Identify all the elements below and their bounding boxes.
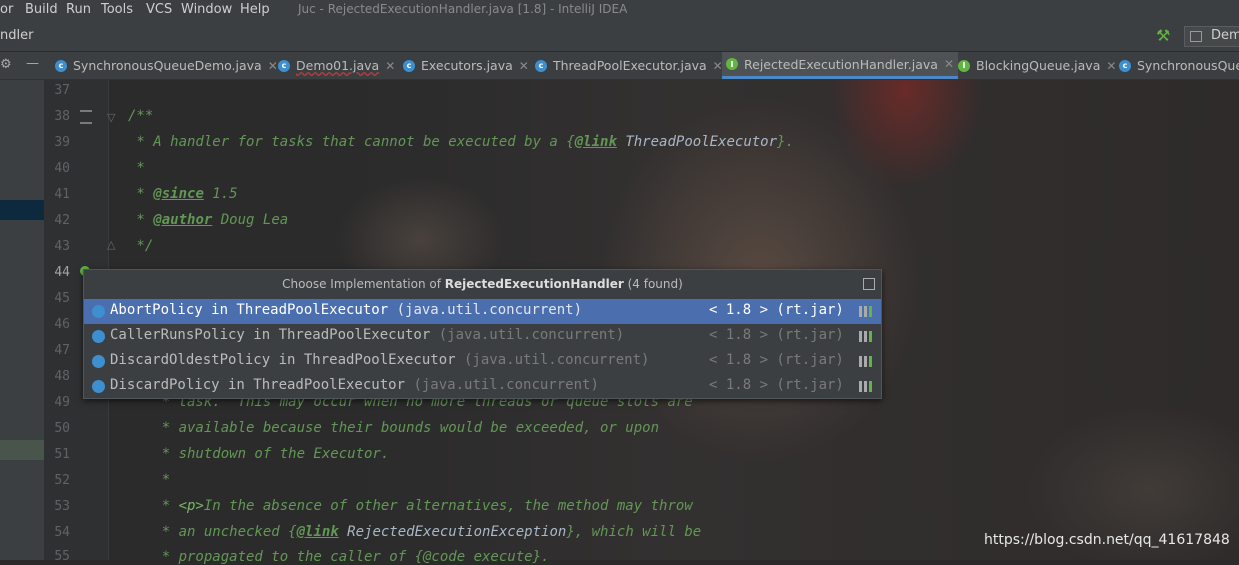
class-icon [92,330,105,343]
menu-item-tools[interactable]: Tools [101,2,133,17]
menu-item-vcs[interactable]: VCS [146,2,172,17]
line-number: 41 [54,187,70,202]
project-highlight-row[interactable] [0,440,44,460]
line-number: 54 [54,525,70,540]
breadcrumb[interactable]: ndler [0,28,33,43]
tab-label: SynchronousQueueDemo.java [73,58,262,73]
menu-item-editor[interactable]: or [0,2,13,17]
library-icon [859,331,873,342]
line-number: 43 [54,239,70,254]
tab-blockingqueue[interactable]: I BlockingQueue.java ✕ [958,52,1116,79]
interface-icon: I [958,59,970,72]
project-tool-window [0,80,44,560]
code-line: */ [128,238,154,254]
line-number-current: 44 [54,265,70,280]
close-icon[interactable]: ✕ [944,57,954,71]
interface-icon: I [726,58,738,70]
doc-render-icon[interactable] [80,110,92,124]
tab-label: SynchronousQue [1137,58,1239,73]
code-line: * [128,160,145,176]
build-hammer-icon[interactable]: ⚒ [1156,26,1170,45]
collapse-minus-icon[interactable]: — [26,56,39,71]
menu-item-run[interactable]: Run [66,2,91,17]
class-icon: c [278,59,290,72]
menu-bar: or Build Run Tools VCS Window Help Juc -… [0,0,1239,22]
code-line: * propagated to the caller of {@code exe… [128,549,550,565]
line-number: 42 [54,213,70,228]
line-number: 39 [54,135,70,150]
class-icon: c [55,59,67,72]
class-icon [92,380,105,393]
class-icon: c [535,59,547,72]
tab-synchronousqueue[interactable]: c SynchronousQue [1119,52,1239,79]
line-number: 55 [54,549,70,564]
fold-icon[interactable]: ▽ [107,111,115,124]
line-number: 38 [54,109,70,124]
tab-label: BlockingQueue.java [976,58,1101,73]
close-icon[interactable]: ✕ [385,59,395,73]
run-config-label: Demo [1211,28,1239,43]
line-number: 53 [54,499,70,514]
editor-tab-bar: ⚙ — c SynchronousQueueDemo.java ✕ c Demo… [0,52,1239,80]
library-icon [859,306,873,317]
line-number: 40 [54,161,70,176]
library-icon [859,356,873,367]
code-line: * @author Doug Lea [128,212,289,228]
implementation-item-callerrunspolicy[interactable]: CallerRunsPolicy in ThreadPoolExecutor (… [84,324,881,349]
class-icon: c [403,59,415,72]
code-line: * A handler for tasks that cannot be exe… [128,134,794,150]
tab-label: ThreadPoolExecutor.java [553,58,707,73]
close-icon[interactable]: ✕ [519,59,529,73]
close-icon[interactable]: ✕ [268,59,278,73]
implementation-item-discardpolicy[interactable]: DiscardPolicy in ThreadPoolExecutor (jav… [84,374,881,399]
tab-executors[interactable]: c Executors.java ✕ [403,52,529,79]
code-line: * shutdown of the Executor. [128,446,390,462]
class-icon: c [1119,59,1131,72]
class-icon [92,355,105,368]
code-line: * @since 1.5 [128,186,238,202]
tab-demo01[interactable]: c Demo01.java ✕ [278,52,395,79]
tab-label: Executors.java [421,58,513,73]
watermark: https://blog.csdn.net/qq_41617848 [984,532,1230,548]
line-number: 47 [54,343,70,358]
popup-title: Choose Implementation of RejectedExecuti… [84,270,881,298]
library-icon [859,381,873,392]
code-line: * an unchecked {@link RejectedExecutionE… [128,524,702,540]
close-icon[interactable]: ✕ [1106,59,1116,73]
run-config-icon [1190,31,1202,42]
implementation-item-discardoldestpolicy[interactable]: DiscardOldestPolicy in ThreadPoolExecuto… [84,349,881,374]
menu-item-build[interactable]: Build [25,2,58,17]
navigation-bar: ndler ⚒ Demo [0,22,1239,52]
line-number: 52 [54,473,70,488]
choose-implementation-popup: Choose Implementation of RejectedExecuti… [83,269,882,399]
line-number: 37 [54,83,70,98]
tab-label: Demo01.java [296,58,380,73]
pin-popup-icon[interactable] [863,278,875,290]
menu-item-window[interactable]: Window [181,2,232,17]
line-number: 45 [54,291,70,306]
menu-item-help[interactable]: Help [240,2,270,17]
code-line: /** [128,108,154,124]
tab-synchronousqueuedemo[interactable]: c SynchronousQueueDemo.java ✕ [55,52,278,79]
line-number: 48 [54,369,70,384]
tab-threadpoolexecutor[interactable]: c ThreadPoolExecutor.java ✕ [535,52,723,79]
tab-rejectedexecutionhandler[interactable]: I RejectedExecutionHandler.java ✕ [722,52,959,79]
line-number: 51 [54,447,70,462]
line-number: 50 [54,421,70,436]
window-title: Juc - RejectedExecutionHandler.java [1.8… [298,2,628,16]
line-number: 46 [54,317,70,332]
implementation-item-abortpolicy[interactable]: AbortPolicy in ThreadPoolExecutor (java.… [84,299,881,324]
fold-icon[interactable]: △ [107,238,115,251]
class-icon [92,305,105,318]
project-selected-row[interactable] [0,200,44,220]
code-line: * available because their bounds would b… [128,420,660,436]
run-config-selector[interactable]: Demo [1184,26,1239,47]
settings-gear-icon[interactable]: ⚙ [0,57,12,72]
code-line: * [128,472,171,488]
tab-label: RejectedExecutionHandler.java [744,56,938,72]
code-line: * <p>In the absence of other alternative… [128,498,693,514]
line-number: 49 [54,395,70,410]
